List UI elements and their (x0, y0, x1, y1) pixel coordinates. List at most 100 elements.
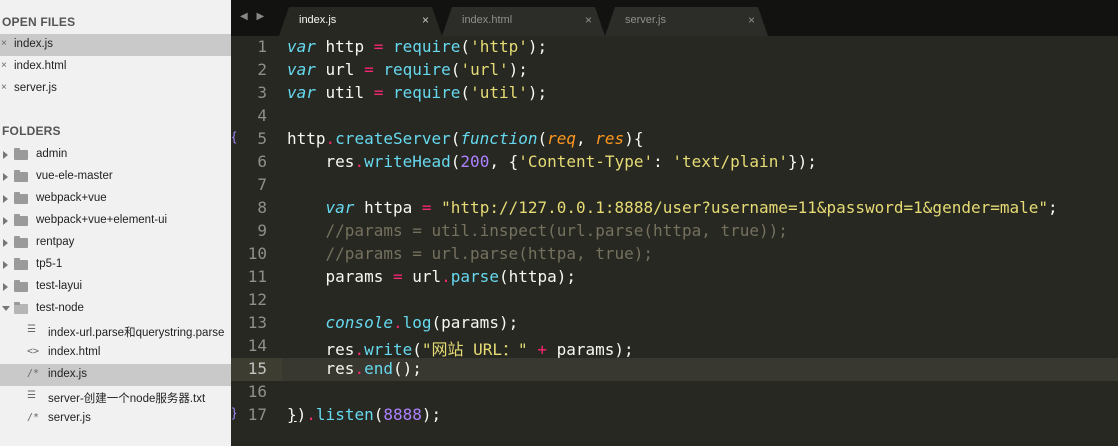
code-token: var (287, 60, 316, 79)
text-file-icon: ☰ (27, 324, 36, 335)
code-token: req (547, 129, 577, 148)
code-token: //params = url.parse(httpa, true); (287, 244, 654, 263)
code-token: function (460, 129, 538, 148)
folder-label: vue-ele-master (36, 170, 113, 182)
folder-item[interactable]: vue-ele-master (0, 166, 231, 188)
code-editor[interactable]: 1 var http = require('http'); 2 var url = r… (231, 36, 1118, 446)
code-line[interactable]: 10 //params = url.parse(httpa, true); (231, 243, 1118, 266)
code-text[interactable]: //params = util.inspect(url.parse(httpa,… (287, 221, 788, 240)
code-text[interactable]: }).listen(8888); (287, 405, 441, 424)
code-token: (); (392, 359, 422, 378)
close-icon[interactable]: × (1, 82, 7, 93)
file-item[interactable]: <> index.html (0, 342, 231, 364)
code-line[interactable]: 4 (231, 105, 1118, 128)
close-icon[interactable]: × (1, 60, 7, 71)
code-text[interactable]: params = url.parse(httpa); (287, 267, 576, 286)
folder-item-expanded[interactable]: test-node (0, 298, 231, 320)
close-icon[interactable]: × (1, 38, 7, 49)
line-number: 1 (257, 37, 267, 56)
code-line[interactable]: 9 //params = util.inspect(url.parse(http… (231, 220, 1118, 243)
tab-index-js[interactable]: index.js × (279, 7, 442, 36)
code-line[interactable]: 16 (231, 381, 1118, 404)
code-line[interactable]: 5 http.createServer(function(req, res){ (231, 128, 1118, 151)
close-icon[interactable]: × (748, 13, 755, 27)
code-text[interactable]: var url = require('url'); (287, 60, 528, 79)
code-text[interactable]: console.log(params); (287, 313, 519, 332)
disclosure-triangle-icon[interactable] (3, 239, 8, 247)
fold-marker-icon[interactable]: { (232, 129, 236, 144)
folder-item[interactable]: admin (0, 144, 231, 166)
code-token: http (315, 37, 374, 56)
disclosure-triangle-icon[interactable] (3, 151, 8, 159)
line-number: 16 (247, 382, 267, 401)
folders-heading: FOLDERS (2, 124, 61, 138)
file-label: index.js (48, 368, 87, 380)
tab-index-html[interactable]: index.html × (442, 7, 605, 36)
code-token: 'text/plain' (672, 152, 788, 171)
close-icon[interactable]: × (585, 13, 592, 27)
code-token: var (287, 37, 316, 56)
code-line[interactable]: 14 res.write("网站 URL：" + params); (231, 335, 1118, 360)
code-token: ( (450, 129, 461, 148)
code-token: 'url' (460, 60, 509, 79)
code-token: ( (460, 83, 471, 102)
code-text[interactable]: var http = require('http'); (287, 37, 547, 56)
file-item[interactable]: /* server.js (0, 408, 231, 430)
code-token: url (315, 60, 365, 79)
code-token: , { (489, 152, 519, 171)
code-token: ( (460, 37, 471, 56)
code-line[interactable]: 8 var httpa = "http://127.0.0.1:8888/use… (231, 197, 1118, 220)
fold-marker-icon[interactable]: } (232, 405, 236, 420)
code-token: util (315, 83, 374, 102)
disclosure-triangle-icon[interactable] (3, 283, 8, 291)
disclosure-triangle-icon[interactable] (3, 195, 8, 203)
code-line[interactable]: 7 (231, 174, 1118, 197)
line-number: 13 (247, 313, 267, 332)
code-line[interactable]: 12 (231, 289, 1118, 312)
code-token: params (287, 267, 393, 286)
file-item[interactable]: ☰ server-创建一个node服务器.txt (0, 386, 231, 408)
folder-item[interactable]: tp5-1 (0, 254, 231, 276)
open-file-item[interactable]: × index.html (0, 56, 231, 78)
code-text[interactable]: //params = url.parse(httpa, true); (287, 244, 654, 263)
code-line[interactable]: 3 var util = require('util'); (231, 82, 1118, 105)
code-token: . (441, 267, 451, 286)
disclosure-triangle-icon[interactable] (3, 261, 8, 269)
disclosure-triangle-open-icon[interactable] (2, 306, 10, 311)
code-token: res (287, 359, 355, 378)
text-file-icon: ☰ (27, 390, 36, 401)
code-token: ) (296, 405, 307, 424)
open-file-item[interactable]: × server.js (0, 78, 231, 100)
code-line[interactable]: 6 res.writeHead(200, {'Content-Type': 't… (231, 151, 1118, 174)
folder-item[interactable]: webpack+vue (0, 188, 231, 210)
code-text[interactable]: http.createServer(function(req, res){ (287, 129, 643, 148)
code-line[interactable]: 1 var http = require('http'); (231, 36, 1118, 59)
folder-item[interactable]: test-layui (0, 276, 231, 298)
file-item[interactable]: /* index.js (0, 364, 231, 386)
code-line[interactable]: 2 var url = require('url'); (231, 59, 1118, 82)
code-line[interactable]: 13 console.log(params); (231, 312, 1118, 335)
code-line[interactable]: 17}).listen(8888); (231, 404, 1118, 427)
code-line[interactable]: 11 params = url.parse(httpa); (231, 266, 1118, 289)
tab-server-js[interactable]: server.js × (605, 7, 768, 36)
code-text[interactable]: res.writeHead(200, {'Content-Type': 'tex… (287, 152, 817, 171)
disclosure-triangle-icon[interactable] (3, 217, 8, 225)
code-token: ( (412, 340, 422, 359)
folder-item[interactable]: webpack+vue+element-ui (0, 210, 231, 232)
close-icon[interactable]: × (422, 13, 429, 27)
code-token: require (392, 83, 461, 102)
code-text[interactable]: res.end(); (287, 359, 422, 378)
current-code-line[interactable]: 15 res.end(); (231, 358, 1118, 381)
code-token: = (373, 83, 384, 102)
tab-scroll-arrows-icon[interactable]: ◀ ▶ (240, 11, 267, 22)
code-text[interactable]: res.write("网站 URL：" + params); (287, 336, 634, 360)
file-item[interactable]: ☰ index-url.parse和querystring.parse (0, 320, 231, 342)
code-text[interactable]: var util = require('util'); (287, 83, 547, 102)
folder-item[interactable]: rentpay (0, 232, 231, 254)
code-token: ; (1048, 198, 1058, 217)
disclosure-triangle-icon[interactable] (3, 173, 8, 181)
open-file-item[interactable]: × index.js (0, 34, 231, 56)
line-number: 3 (257, 83, 267, 102)
code-token: . (354, 340, 365, 359)
code-text[interactable]: var httpa = "http://127.0.0.1:8888/user?… (287, 198, 1058, 217)
